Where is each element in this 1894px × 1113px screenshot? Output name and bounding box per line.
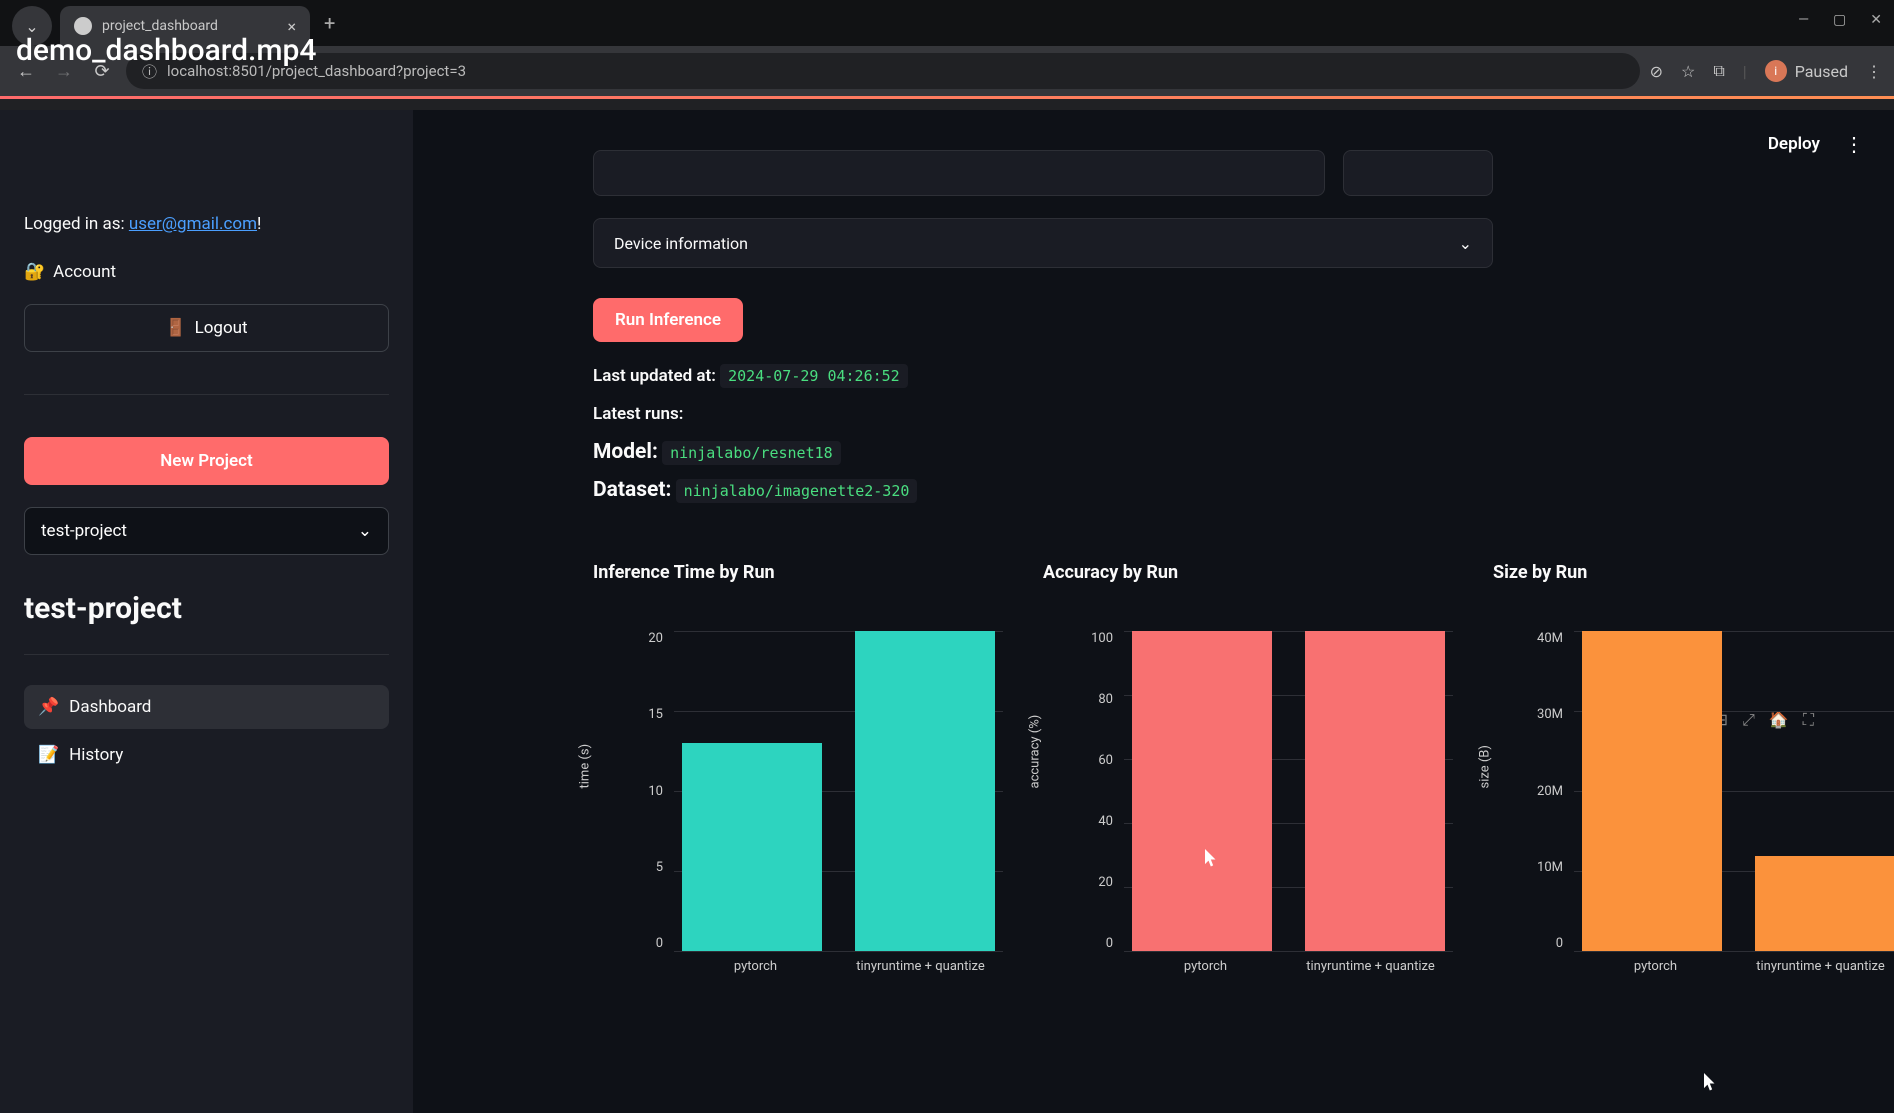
last-updated-label: Last updated at: — [593, 366, 716, 386]
chart-plot[interactable]: accuracy (%)100806040200pytorchtinyrunti… — [1043, 631, 1453, 971]
logged-in-suffix: ! — [257, 214, 261, 234]
chevron-down-icon: ⌄ — [358, 521, 372, 541]
sidebar-item-history[interactable]: 📝 History — [24, 733, 389, 777]
chart-plotarea — [673, 631, 1003, 951]
expander-label: Device information — [614, 234, 748, 253]
new-project-button[interactable]: New Project — [24, 437, 389, 485]
window-minimize-icon[interactable]: — — [1798, 12, 1809, 28]
dataset-value: ninjalabo/imagenette2-320 — [676, 479, 918, 503]
chart-bar[interactable] — [1582, 631, 1722, 951]
chart: Size by Run size (B)40M30M20M10M0pytorcht… — [1493, 562, 1894, 971]
password-icon[interactable]: ⊘ — [1650, 62, 1663, 81]
chart-title: Accuracy by Run — [1043, 562, 1453, 583]
text-input[interactable] — [593, 150, 1325, 196]
extensions-icon[interactable]: ⧉ — [1713, 61, 1724, 81]
logout-label: Logout — [195, 318, 248, 338]
chart-bar[interactable] — [1755, 856, 1894, 951]
logged-in-prefix: Logged in as: — [24, 214, 129, 234]
accent-line — [0, 96, 1894, 99]
chart-bars — [674, 631, 1003, 951]
account-label: Account — [53, 262, 116, 282]
chart-xticks: pytorchtinyruntime + quantize — [673, 959, 1003, 974]
chart-plot[interactable]: time (s)20151050pytorchtinyruntime + qua… — [593, 631, 1003, 971]
chart: Inference Time by Run time (s)20151050pyt… — [593, 562, 1003, 971]
tab-title: project_dashboard — [102, 18, 218, 34]
sidebar: Logged in as: user@gmail.com! 🔐 Account … — [0, 110, 413, 1113]
main-content: Deploy ⋮ Device information ⌄ Run Infere… — [413, 110, 1894, 1113]
last-updated-line: Last updated at: 2024-07-29 04:26:52 — [593, 366, 1493, 386]
chart-plotarea — [1573, 631, 1894, 951]
chart-yticks: 20151050 — [623, 631, 663, 951]
chart-xticks: pytorchtinyruntime + quantize — [1573, 959, 1894, 974]
device-info-expander[interactable]: Device information ⌄ — [593, 218, 1493, 268]
chart-ylabel: time (s) — [578, 744, 593, 789]
latest-runs-label: Latest runs: — [593, 404, 683, 424]
profile-button[interactable]: i Paused — [1765, 60, 1848, 82]
sidebar-item-dashboard[interactable]: 📌 Dashboard — [24, 685, 389, 729]
pin-icon: 📌 — [38, 697, 59, 717]
chart-plotarea — [1123, 631, 1453, 951]
chart-ylabel: size (B) — [1478, 745, 1493, 788]
chart-title: Inference Time by Run — [593, 562, 1003, 583]
chevron-down-icon: ⌄ — [1459, 234, 1472, 253]
charts-row: Inference Time by Run time (s)20151050pyt… — [593, 562, 1834, 971]
lock-icon: 🔐 — [24, 262, 45, 282]
chart-ylabel: accuracy (%) — [1028, 715, 1043, 789]
chart-yticks: 40M30M20M10M0 — [1523, 631, 1563, 951]
chart-bar[interactable] — [1305, 631, 1445, 951]
note-icon: 📝 — [38, 745, 59, 765]
chart-xticks: pytorchtinyruntime + quantize — [1123, 959, 1453, 974]
deploy-button[interactable]: Deploy — [1768, 134, 1820, 154]
chart-bar[interactable] — [1132, 631, 1272, 951]
new-tab-button[interactable]: + — [324, 11, 335, 35]
url-input[interactable]: ⓘ localhost:8501/project_dashboard?proje… — [126, 53, 1640, 89]
video-filename-overlay: demo_dashboard.mp4 — [16, 33, 316, 68]
model-label: Model: — [593, 440, 658, 464]
chart-bar[interactable] — [682, 743, 822, 951]
last-updated-value: 2024-07-29 04:26:52 — [720, 364, 908, 388]
logged-in-line: Logged in as: user@gmail.com! — [24, 214, 389, 234]
project-select[interactable]: test-project ⌄ — [24, 507, 389, 555]
nav-list: 📌 Dashboard 📝 History — [24, 685, 389, 777]
divider — [24, 654, 389, 655]
project-title: test-project — [24, 591, 389, 626]
profile-avatar: i — [1765, 60, 1787, 82]
door-icon: 🚪 — [165, 318, 186, 338]
user-email-link[interactable]: user@gmail.com — [129, 214, 257, 234]
secondary-input[interactable] — [1343, 150, 1493, 196]
sidebar-item-label: History — [69, 745, 123, 765]
browser-menu-icon[interactable]: ⋮ — [1866, 62, 1882, 81]
bookmark-icon[interactable]: ☆ — [1681, 62, 1695, 81]
dataset-label: Dataset: — [593, 478, 671, 502]
mouse-cursor — [1704, 1073, 1718, 1091]
profile-status: Paused — [1795, 62, 1848, 81]
sidebar-item-label: Dashboard — [69, 697, 151, 717]
chart-bars — [1574, 631, 1894, 951]
dataset-line: Dataset: ninjalabo/imagenette2-320 — [593, 478, 1493, 502]
chart-bar[interactable] — [855, 631, 995, 951]
project-select-value: test-project — [41, 521, 127, 541]
model-line: Model: ninjalabo/resnet18 — [593, 440, 1493, 464]
account-line: 🔐 Account — [24, 262, 389, 282]
separator: | — [1743, 62, 1747, 81]
window-close-icon[interactable]: ✕ — [1870, 12, 1882, 28]
model-value: ninjalabo/resnet18 — [662, 441, 841, 465]
window-maximize-icon[interactable]: ▢ — [1833, 12, 1846, 28]
logout-button[interactable]: 🚪 Logout — [24, 304, 389, 352]
app-menu-icon[interactable]: ⋮ — [1844, 132, 1864, 156]
run-inference-button[interactable]: Run Inference — [593, 298, 743, 342]
chart-bars — [1124, 631, 1453, 951]
chart-plot[interactable]: size (B)40M30M20M10M0pytorchtinyruntime … — [1493, 631, 1894, 971]
chart-yticks: 100806040200 — [1073, 631, 1113, 951]
chart-title: Size by Run — [1493, 562, 1894, 583]
divider — [24, 394, 389, 395]
chart: Accuracy by Run accuracy (%)100806040200p… — [1043, 562, 1453, 971]
latest-runs-line: Latest runs: — [593, 404, 1493, 424]
